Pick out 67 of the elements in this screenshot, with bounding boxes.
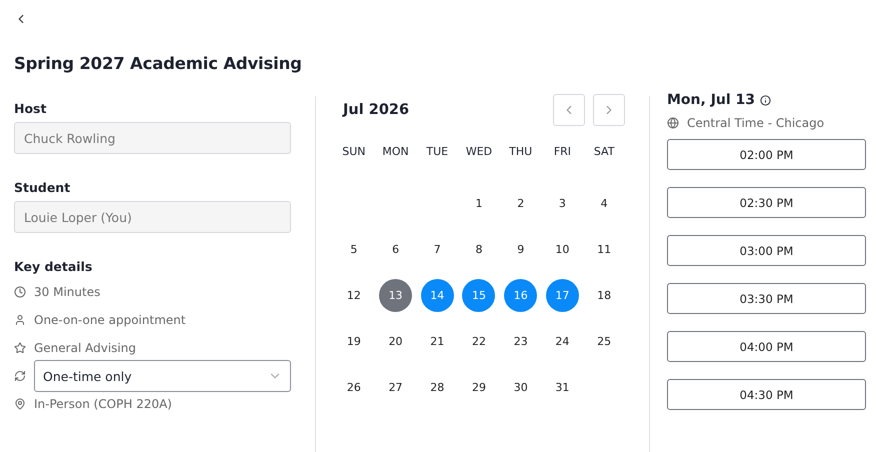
calendar-day: 6 — [379, 232, 412, 266]
calendar-day: 29 — [462, 370, 496, 404]
calendar-day: 10 — [546, 232, 579, 266]
time-slot-button[interactable]: 04:30 PM — [667, 379, 866, 410]
location-pin-icon — [14, 398, 26, 410]
time-slot-button[interactable]: 02:30 PM — [667, 187, 866, 218]
calendar-day: 24 — [546, 324, 579, 358]
clock-icon — [14, 286, 26, 298]
time-slot-button[interactable]: 03:00 PM — [667, 235, 866, 266]
calendar-day[interactable]: 16 — [504, 278, 538, 312]
detail-text: In-Person (COPH 220A) — [34, 397, 172, 411]
calendar-day: 12 — [337, 278, 370, 312]
weekday-label: SUN — [341, 144, 366, 160]
globe-icon — [667, 117, 679, 129]
weekday-label: THU — [508, 144, 534, 160]
calendar-day: 2 — [504, 186, 538, 220]
calendar-day: 11 — [588, 232, 621, 266]
info-icon — [760, 94, 772, 106]
calendar-day: 8 — [462, 232, 496, 266]
calendar-day[interactable]: 14 — [420, 278, 454, 312]
calendar-day: 19 — [337, 324, 370, 358]
calendar-day: 7 — [420, 232, 454, 266]
month-title: Jul 2026 — [343, 102, 410, 118]
weekday-label: WED — [464, 144, 494, 160]
calendar-day: 27 — [379, 370, 412, 404]
field-label: Student — [14, 180, 72, 195]
calendar-day: 25 — [588, 324, 621, 358]
selected-date-title: Mon, Jul 13 — [667, 92, 756, 108]
detail-text: 30 Minutes — [34, 285, 100, 299]
calendar-day[interactable]: 15 — [462, 278, 496, 312]
repeat-icon — [14, 370, 26, 382]
previous-month-button[interactable] — [553, 94, 585, 126]
weekday-label: MON — [381, 144, 410, 160]
field-label: Host — [14, 101, 48, 116]
calendar-day: 22 — [462, 324, 496, 358]
next-month-button[interactable] — [593, 94, 625, 126]
timezone-text: Central Time - Chicago — [687, 116, 824, 130]
calendar-day: 26 — [337, 370, 370, 404]
weekday-label: SAT — [592, 144, 616, 160]
time-slot-button[interactable]: 04:00 PM — [667, 331, 866, 362]
section-label: Key details — [14, 259, 94, 274]
calendar-day: 4 — [588, 186, 621, 220]
calendar-day: 23 — [504, 324, 538, 358]
calendar-day: 21 — [420, 324, 454, 358]
time-slot-button[interactable]: 03:30 PM — [667, 283, 866, 314]
host-field[interactable]: Chuck Rowling — [14, 122, 291, 154]
calendar-day: 3 — [546, 186, 579, 220]
calendar-day: 31 — [546, 370, 579, 404]
weekday-label: FRI — [552, 144, 572, 160]
page-title: Spring 2027 Academic Advising — [14, 54, 303, 73]
star-icon — [14, 342, 26, 354]
weekday-label: TUE — [425, 144, 450, 160]
calendar-day[interactable]: 17 — [546, 278, 579, 312]
recurrence-select[interactable]: One-time only — [34, 360, 291, 392]
calendar-day: 20 — [379, 324, 412, 358]
detail-text: General Advising — [34, 341, 136, 355]
calendar-day: 5 — [337, 232, 370, 266]
student-field[interactable]: Louie Loper (You) — [14, 201, 291, 233]
person-icon — [14, 314, 26, 326]
calendar-day: 9 — [504, 232, 538, 266]
detail-text: One-on-one appointment — [34, 313, 186, 327]
calendar-day: 1 — [462, 186, 496, 220]
calendar-day[interactable]: 13 — [379, 278, 412, 312]
calendar-day: 30 — [504, 370, 538, 404]
time-slot-button[interactable]: 02:00 PM — [667, 139, 866, 170]
calendar-day: 28 — [420, 370, 454, 404]
calendar-day: 18 — [588, 278, 621, 312]
